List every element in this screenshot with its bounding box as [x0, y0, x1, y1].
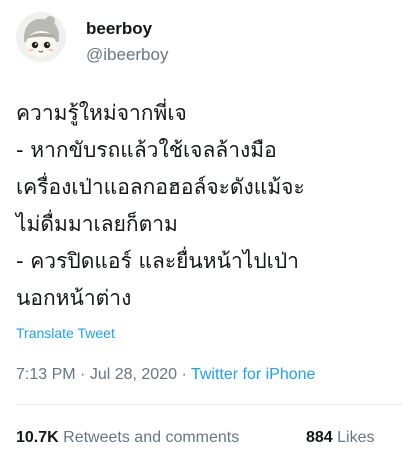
meta-separator: ·: [75, 366, 90, 383]
tweet-line: เครื่องเป่าแอลกอฮอล์จะดังแม้จะ: [16, 175, 305, 199]
tweet-card: beerboy @ibeerboy ความรู้ใหม่จากพี่เจ - …: [0, 0, 403, 455]
likes-count: 884: [306, 429, 333, 446]
author-handle[interactable]: @ibeerboy: [86, 45, 168, 65]
retweets-stat[interactable]: 10.7K Retweets and comments: [16, 429, 239, 446]
tweet-source-link[interactable]: Twitter for iPhone: [191, 366, 316, 383]
translate-tweet-link[interactable]: Translate Tweet: [16, 324, 115, 342]
likes-label: Likes: [337, 429, 375, 446]
tweet-line: - หากขับรถแล้วใช้เจลล้างมือ: [16, 138, 277, 162]
tweet-line: - ควรปิดแอร์ และยื่นหน้าไปเป่า: [16, 249, 299, 273]
tweet-text: ความรู้ใหม่จากพี่เจ - หากขับรถแล้วใช้เจล…: [16, 95, 396, 317]
tweet-line: ไม่ดื่มมาเลยก็ตาม: [16, 212, 178, 236]
cartoon-face-avatar-icon: [24, 16, 60, 57]
tweet-line: ความรู้ใหม่จากพี่เจ: [16, 101, 187, 125]
tweet-time[interactable]: 7:13 PM: [16, 366, 76, 383]
divider: [16, 404, 403, 405]
retweets-label: Retweets and comments: [63, 429, 240, 446]
likes-stat[interactable]: 884 Likes: [306, 428, 375, 448]
retweets-count: 10.7K: [16, 429, 59, 446]
tweet-meta: 7:13 PM · Jul 28, 2020 · Twitter for iPh…: [16, 365, 315, 385]
avatar[interactable]: [16, 12, 66, 62]
tweet-stats: 10.7K Retweets and comments 884 Likes: [16, 428, 375, 448]
meta-separator: ·: [177, 366, 191, 383]
tweet-date[interactable]: Jul 28, 2020: [90, 366, 177, 383]
tweet-line: นอกหน้าต่าง: [16, 286, 132, 310]
author-display-name[interactable]: beerboy: [86, 19, 152, 39]
